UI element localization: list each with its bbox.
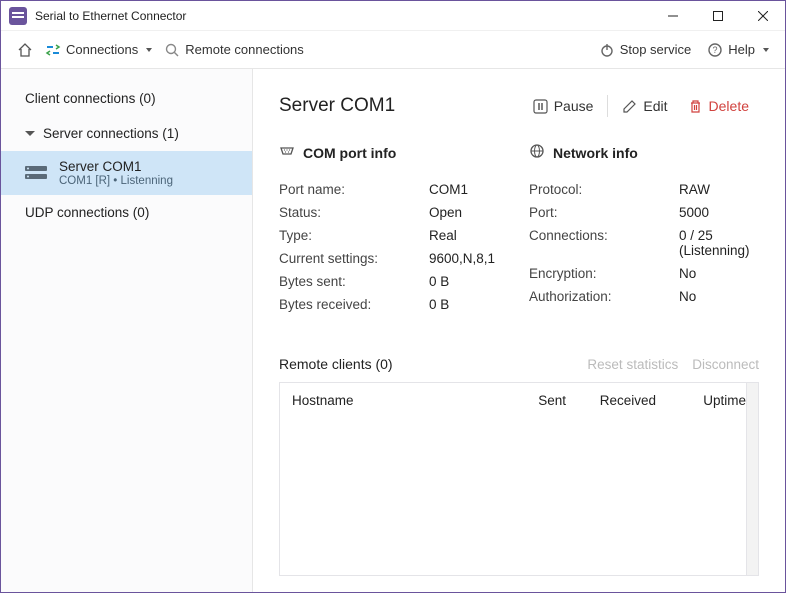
v-bytes-sent: 0 B [429,274,509,289]
page-title: Server COM1 [279,95,523,117]
k-protocol: Protocol: [529,182,679,197]
window-title: Serial to Ethernet Connector [35,9,650,23]
v-authorization: No [679,289,759,304]
com-port-heading: COM port info [279,143,509,162]
sidebar-item-sub: COM1 [R] • Listenning [59,175,173,187]
svg-text:?: ? [713,45,718,55]
k-settings: Current settings: [279,251,429,266]
app-icon [9,7,27,25]
window-controls [650,1,785,31]
pause-button[interactable]: Pause [523,98,604,114]
edit-button[interactable]: Edit [612,98,677,114]
header-actions: Pause Edit Delete [523,95,759,117]
pause-label: Pause [554,98,594,114]
col-sent: Sent [486,393,566,408]
help-label: Help [728,42,755,57]
v-port: 5000 [679,205,759,220]
k-type: Type: [279,228,429,243]
sidebar-item-title: Server COM1 [59,159,173,174]
k-port-name: Port name: [279,182,429,197]
remote-connections-label: Remote connections [185,42,304,57]
com-port-info: COM port info Port name:COM1 Status:Open… [279,143,509,316]
network-info: Network info Protocol:RAW Port:5000 Conn… [529,143,759,316]
globe-icon [529,143,545,162]
col-uptime: Uptime [656,393,746,408]
connections-label: Connections [66,42,138,57]
col-received: Received [566,393,656,408]
v-type: Real [429,228,509,243]
com-port-heading-label: COM port info [303,145,396,161]
server-icon [25,164,49,182]
remote-connections-button[interactable]: Remote connections [158,38,310,62]
sidebar-server-header[interactable]: Server connections (1) [1,116,252,151]
v-bytes-recv: 0 B [429,297,509,312]
sidebar-server-header-label: Server connections (1) [43,126,179,141]
sidebar-item-server-com1[interactable]: Server COM1 COM1 [R] • Listenning [1,151,252,195]
v-port-name: COM1 [429,182,509,197]
v-settings: 9600,N,8,1 [429,251,509,266]
main-panel: Server COM1 Pause Edit Delete [253,69,785,592]
sidebar-udp-header[interactable]: UDP connections (0) [1,195,252,230]
connections-menu[interactable]: Connections [39,38,158,62]
scrollbar[interactable] [746,383,758,575]
reset-statistics-button[interactable]: Reset statistics [573,357,678,372]
info-row: COM port info Port name:COM1 Status:Open… [279,143,759,316]
delete-button[interactable]: Delete [678,98,759,114]
k-connections: Connections: [529,228,679,258]
k-port: Port: [529,205,679,220]
remote-clients-table: Hostname Sent Received Uptime [279,382,759,576]
k-bytes-sent: Bytes sent: [279,274,429,289]
minimize-button[interactable] [650,1,695,31]
v-encryption: No [679,266,759,281]
help-menu[interactable]: ? Help [701,38,775,62]
home-button[interactable] [11,38,39,62]
maximize-button[interactable] [695,1,740,31]
network-heading-label: Network info [553,145,638,161]
body: Client connections (0) Server connection… [1,69,785,592]
sidebar: Client connections (0) Server connection… [1,69,253,592]
v-status: Open [429,205,509,220]
com-port-icon [279,143,295,162]
k-encryption: Encryption: [529,266,679,281]
edit-label: Edit [643,98,667,114]
remote-clients-header: Remote clients (0) Reset statistics Disc… [279,356,759,372]
titlebar: Serial to Ethernet Connector [1,1,785,31]
v-connections: 0 / 25 (Listenning) [679,228,759,258]
delete-label: Delete [709,98,749,114]
stop-service-button[interactable]: Stop service [593,38,698,62]
disconnect-button[interactable]: Disconnect [678,357,759,372]
network-heading: Network info [529,143,759,162]
k-status: Status: [279,205,429,220]
remote-clients-label: Remote clients (0) [279,356,573,372]
table-header: Hostname Sent Received Uptime [280,383,758,418]
v-protocol: RAW [679,182,759,197]
app-window: Serial to Ethernet Connector Connections… [0,0,786,593]
toolbar: Connections Remote connections Stop serv… [1,31,785,69]
stop-service-label: Stop service [620,42,692,57]
close-button[interactable] [740,1,785,31]
k-authorization: Authorization: [529,289,679,304]
main-header: Server COM1 Pause Edit Delete [279,95,759,117]
separator [607,95,608,117]
col-hostname: Hostname [292,393,486,408]
sidebar-client-header[interactable]: Client connections (0) [1,81,252,116]
k-bytes-recv: Bytes received: [279,297,429,312]
